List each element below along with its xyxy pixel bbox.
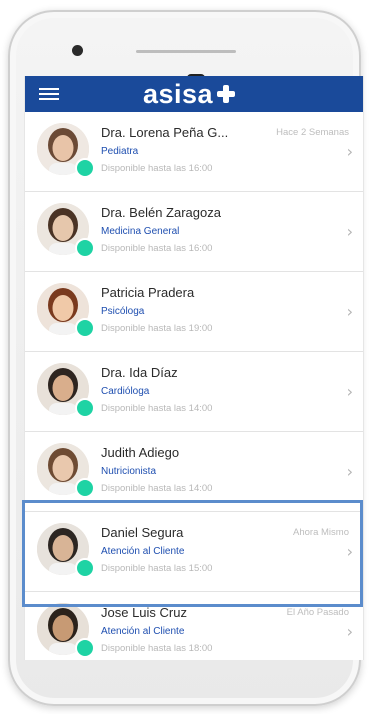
contact-specialty: Medicina General — [101, 226, 180, 237]
contact-time: El Año Pasado — [286, 607, 349, 618]
contact-specialty: Pediatra — [101, 146, 139, 157]
speaker-grille — [136, 50, 236, 53]
chevron-right-icon: › — [346, 142, 353, 161]
chevron-right-icon: › — [346, 382, 353, 401]
contact-name: Jose Luis Cruz — [101, 605, 187, 620]
contact-specialty: Psicóloga — [101, 306, 145, 317]
chevron-right-icon: › — [346, 302, 353, 321]
online-status-icon — [75, 158, 95, 178]
contact-name: Dra. Lorena Peña G... — [101, 125, 229, 140]
plus-cross-icon — [217, 85, 236, 103]
contact-specialty: Nutricionista — [101, 466, 157, 477]
contact-row[interactable]: Daniel Segura Atención al Cliente Dispon… — [25, 512, 363, 592]
chevron-right-icon: › — [346, 462, 353, 481]
contact-name: Judith Adiego — [101, 445, 180, 460]
chevron-right-icon: › — [346, 622, 353, 641]
contact-row[interactable]: Dra. Ida Díaz Cardióloga Disponible hast… — [25, 352, 363, 432]
online-status-icon — [75, 478, 95, 498]
online-status-icon — [75, 398, 95, 418]
contact-availability: Disponible hasta las 18:00 — [101, 643, 213, 654]
contact-availability: Disponible hasta las 19:00 — [101, 323, 213, 334]
logo-text: asisa — [143, 78, 214, 109]
contact-name: Dra. Belén Zaragoza — [101, 205, 221, 220]
contact-name: Daniel Segura — [101, 525, 184, 540]
contact-name: Dra. Ida Díaz — [101, 365, 178, 380]
contact-specialty: Cardióloga — [101, 386, 150, 397]
camera-icon — [72, 45, 83, 56]
contact-list: Dra. Lorena Peña G... Pediatra Disponibl… — [25, 112, 363, 660]
app-screen: asisa Dra. Lorena Peña G... Pediatra Dis… — [24, 76, 364, 660]
contact-name: Patricia Pradera — [101, 285, 195, 300]
contact-availability: Disponible hasta las 14:00 — [101, 403, 213, 414]
chevron-right-icon: › — [346, 542, 353, 561]
online-status-icon — [75, 318, 95, 338]
contact-specialty: Atención al Cliente — [101, 626, 185, 637]
contact-availability: Disponible hasta las 14:00 — [101, 483, 213, 494]
hamburger-menu-icon[interactable] — [39, 88, 59, 100]
contact-availability: Disponible hasta las 15:00 — [101, 563, 213, 574]
home-button[interactable] — [80, 680, 292, 698]
contact-availability: Disponible hasta las 16:00 — [101, 163, 213, 174]
app-header: asisa — [25, 76, 363, 112]
contact-row[interactable]: Patricia Pradera Psicóloga Disponible ha… — [25, 272, 363, 352]
contact-row[interactable]: Dra. Belén Zaragoza Medicina General Dis… — [25, 192, 363, 272]
contact-row[interactable]: Dra. Lorena Peña G... Pediatra Disponibl… — [25, 112, 363, 192]
contact-row[interactable]: Judith Adiego Nutricionista Disponible h… — [25, 432, 363, 512]
contact-time: Ahora Mismo — [293, 527, 349, 538]
chevron-right-icon: › — [346, 222, 353, 241]
contact-row[interactable]: Jose Luis Cruz Atención al Cliente Dispo… — [25, 592, 363, 660]
online-status-icon — [75, 238, 95, 258]
online-status-icon — [75, 558, 95, 578]
contact-time: Hace 2 Semanas — [276, 127, 349, 138]
online-status-icon — [75, 638, 95, 658]
contact-specialty: Atención al Cliente — [101, 546, 185, 557]
asisa-logo: asisa — [143, 78, 236, 109]
contact-availability: Disponible hasta las 16:00 — [101, 243, 213, 254]
